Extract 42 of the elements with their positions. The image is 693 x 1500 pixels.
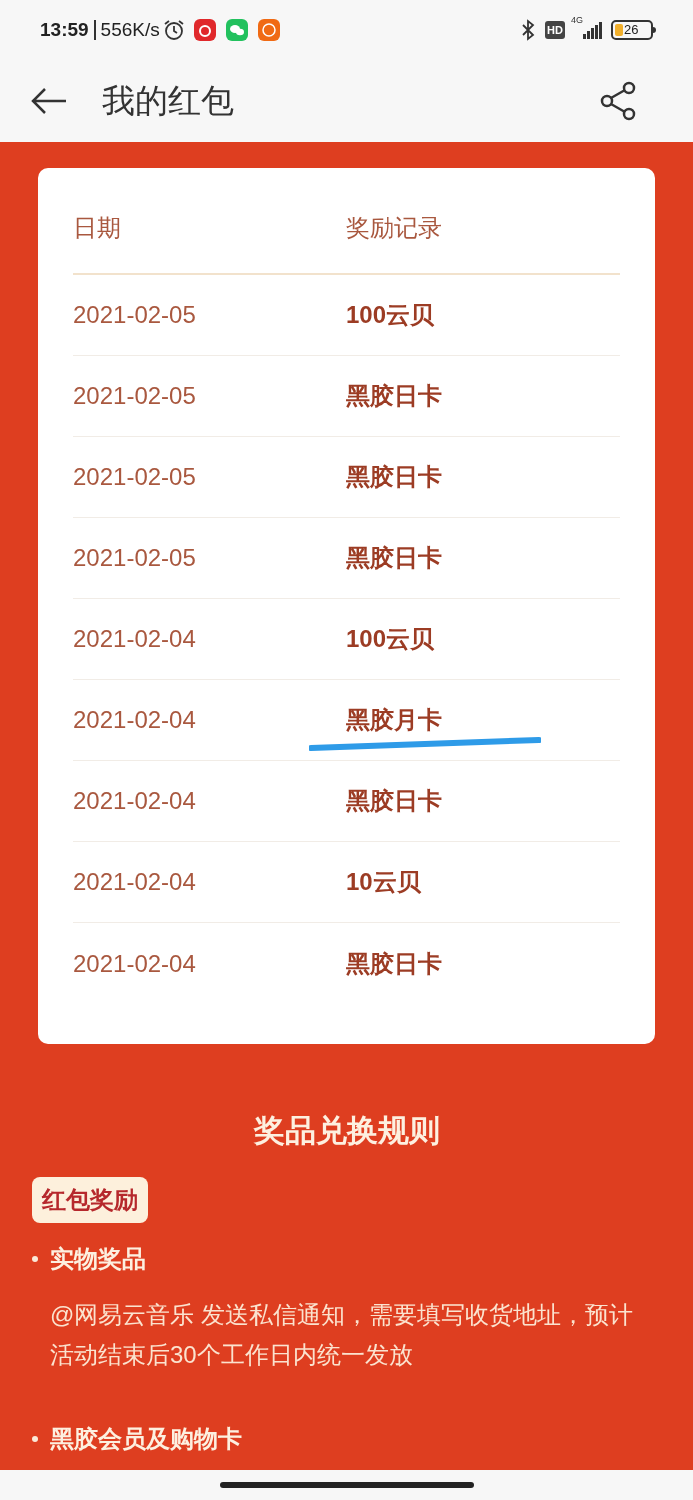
reward-cell-text: 黑胶日卡 (346, 381, 442, 411)
chat-app-icon (225, 19, 248, 41)
reward-cell-text: 黑胶月卡 (346, 705, 442, 735)
reward-cell-text: 10云贝 (346, 867, 421, 897)
date-cell-text: 2021-02-04 (73, 624, 197, 654)
app-icon (193, 19, 216, 41)
network-speed: 556K/s (100, 17, 160, 42)
reward-cell-text: 黑胶日卡 (346, 948, 442, 979)
rule-text: @网易云音乐 发送私信通知，需要填写收货地址，预计活动结束后30个工作日内统一发放 (50, 1299, 635, 1370)
date-cell-text: 2021-02-04 (73, 867, 197, 897)
date-cell-text: 2021-02-04 (73, 705, 197, 735)
rules-title: 奖品兑换规则 (252, 1112, 441, 1150)
clock-time: 13:59 (40, 17, 89, 42)
back-arrow-icon[interactable] (30, 86, 68, 116)
page-title: 我的红包 (102, 81, 234, 122)
column-header: 奖励记录 (346, 213, 442, 243)
bullet-icon (32, 1435, 38, 1442)
rule-heading: 黑胶会员及购物卡 (50, 1423, 242, 1454)
share-icon[interactable] (599, 81, 637, 121)
app-icon (257, 19, 280, 41)
bluetooth-icon (521, 19, 536, 41)
bullet-icon (32, 1255, 38, 1262)
date-cell-text: 2021-02-05 (73, 381, 197, 411)
rule-heading: 实物奖品 (50, 1243, 146, 1274)
date-cell-text: 2021-02-04 (73, 786, 197, 816)
reward-cell-text: 100云贝 (346, 300, 435, 330)
alarm-icon (162, 19, 185, 41)
battery-fill (615, 24, 623, 36)
column-header: 日期 (73, 213, 122, 243)
date-cell-text: 2021-02-05 (73, 543, 197, 573)
network-type: 4G (571, 14, 583, 27)
hd-badge: HD (545, 21, 565, 39)
reward-cell-text: 黑胶日卡 (346, 543, 442, 573)
reward-cell-text: 黑胶日卡 (346, 786, 442, 816)
date-cell-text: 2021-02-05 (73, 300, 197, 330)
reward-cell-text: 100云贝 (346, 624, 435, 654)
reward-tag: 红包奖励 (32, 1176, 148, 1223)
date-cell-text: 2021-02-05 (73, 462, 197, 492)
reward-cell-text: 黑胶日卡 (346, 462, 442, 492)
battery-level: 26 (624, 23, 639, 37)
date-cell-text: 2021-02-04 (73, 948, 197, 979)
signal-icon (583, 21, 603, 39)
